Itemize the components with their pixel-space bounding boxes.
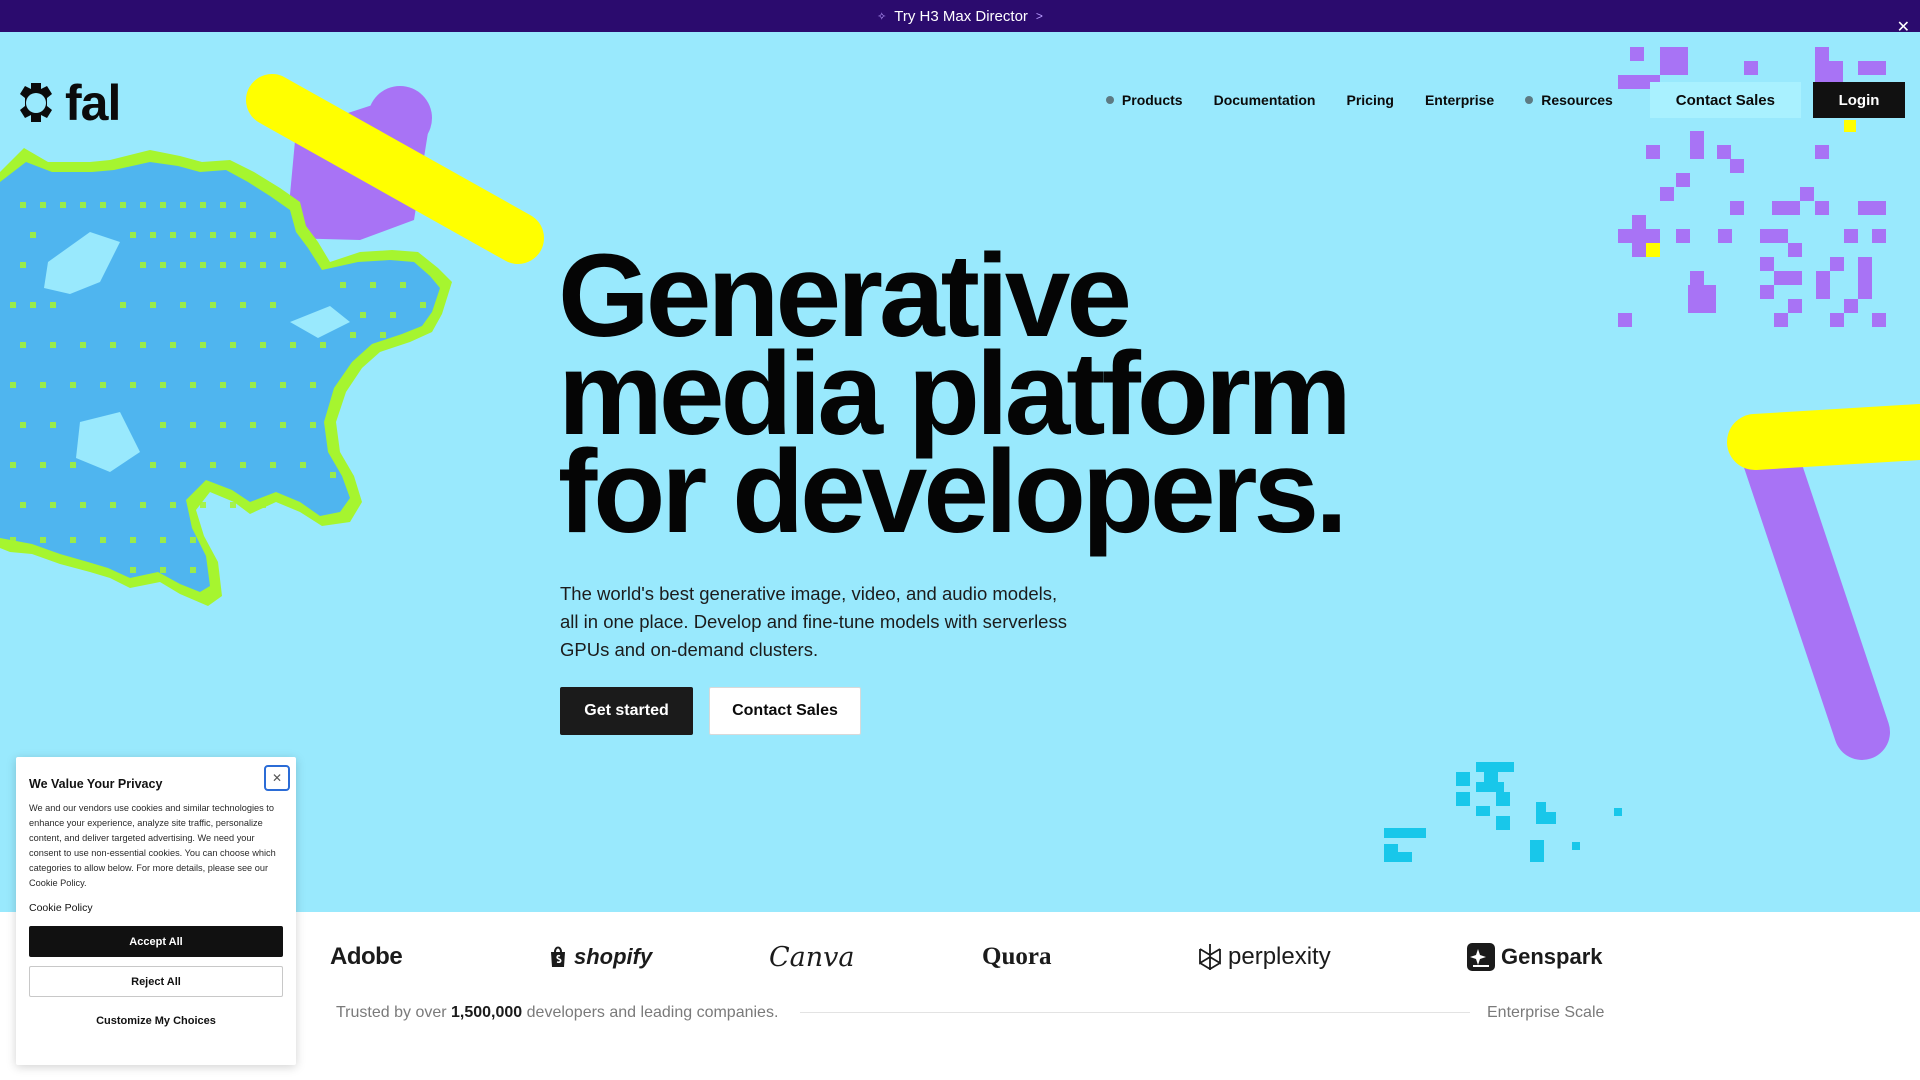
yellow-pixel bbox=[1646, 243, 1660, 257]
trusted-by-text: Trusted by over 1,500,000 developers and… bbox=[336, 1004, 778, 1022]
yellow-pixel bbox=[1844, 120, 1856, 132]
trust-count: 1,500,000 bbox=[451, 1004, 523, 1021]
brand-logo-label: perplexity bbox=[1228, 943, 1331, 970]
purple-bar bbox=[1742, 429, 1890, 760]
nav-pricing[interactable]: Pricing bbox=[1346, 92, 1393, 108]
announcement-text[interactable]: Try H3 Max Director bbox=[894, 8, 1028, 25]
trust-prefix: Trusted by over bbox=[336, 1004, 447, 1021]
hero-headline: Generative media platform for developers… bbox=[558, 237, 1358, 558]
cookie-policy-link[interactable]: Cookie Policy bbox=[29, 902, 283, 914]
sparkle-icon: ✧ bbox=[877, 10, 887, 23]
cookie-title: We Value Your Privacy bbox=[29, 777, 163, 791]
brand-logo-label: Adobe bbox=[330, 943, 403, 970]
shopping-bag-icon bbox=[551, 946, 565, 967]
nav-label: Resources bbox=[1541, 92, 1613, 108]
hero-subtitle: The world's best generative image, video… bbox=[560, 583, 1067, 660]
quora-logo: Quora bbox=[982, 940, 1051, 974]
brand-logo-label: Quora bbox=[982, 943, 1052, 970]
brand-logo-label: shopify bbox=[574, 944, 653, 969]
page-title: Generative media platform for developers… bbox=[558, 237, 1358, 558]
cyan-pixel-cluster bbox=[1384, 762, 1622, 862]
cookie-consent-panel: ✕ We Value Your Privacy We and our vendo… bbox=[16, 757, 296, 1065]
nav-enterprise[interactable]: Enterprise bbox=[1425, 92, 1494, 108]
divider bbox=[800, 1012, 1470, 1013]
canva-logo: Canva bbox=[769, 940, 855, 974]
reject-all-button[interactable]: Reject All bbox=[29, 966, 283, 997]
brand-name: fal bbox=[65, 75, 121, 131]
brand-logo[interactable]: fal bbox=[15, 75, 121, 131]
nav-resources[interactable]: Resources bbox=[1525, 92, 1613, 108]
brand-logo-label: Genspark bbox=[1501, 944, 1603, 969]
perplexity-icon bbox=[1199, 944, 1221, 971]
nav-documentation[interactable]: Documentation bbox=[1214, 92, 1316, 108]
contact-sales-button[interactable]: Contact Sales bbox=[709, 687, 861, 735]
chevron-right-icon: > bbox=[1035, 9, 1043, 23]
shopify-logo: shopify bbox=[548, 940, 652, 974]
announcement-bar[interactable]: ✧ Try H3 Max Director > ✕ bbox=[0, 0, 1920, 36]
trust-suffix: developers and leading companies. bbox=[526, 1004, 779, 1021]
headline-line: for developers. bbox=[558, 426, 1348, 558]
accept-all-button[interactable]: Accept All bbox=[29, 926, 283, 957]
get-started-button[interactable]: Get started bbox=[560, 687, 693, 735]
nav-label: Pricing bbox=[1346, 92, 1394, 108]
dropdown-dot-icon bbox=[1105, 96, 1114, 104]
login-button[interactable]: Login bbox=[1813, 82, 1905, 118]
adobe-logo: Adobe bbox=[330, 940, 403, 974]
nav-label: Documentation bbox=[1213, 92, 1316, 108]
nav-label: Products bbox=[1121, 92, 1183, 108]
nav-contact-sales-button[interactable]: Contact Sales bbox=[1649, 82, 1801, 118]
dropdown-dot-icon bbox=[1525, 96, 1534, 104]
customize-choices-button[interactable]: Customize My Choices bbox=[29, 1015, 283, 1027]
nav-label: Enterprise bbox=[1424, 92, 1495, 108]
brand-logo-label: Canva bbox=[769, 941, 855, 973]
top-nav: Products Documentation Pricing Enterpris… bbox=[1105, 82, 1920, 118]
genspark-icon bbox=[1467, 943, 1495, 971]
yellow-bar bbox=[1727, 404, 1920, 470]
genspark-logo: Genspark bbox=[1467, 940, 1603, 974]
fal-logo-icon bbox=[20, 83, 52, 122]
nav-products[interactable]: Products bbox=[1105, 92, 1183, 108]
close-icon[interactable]: ✕ bbox=[264, 765, 290, 791]
hero-cta-group: Get started Contact Sales bbox=[560, 687, 861, 735]
cookie-body: We and our vendors use cookies and simil… bbox=[29, 803, 276, 888]
perplexity-logo: perplexity bbox=[1198, 940, 1331, 974]
enterprise-scale-label: Enterprise Scale bbox=[1487, 1004, 1605, 1021]
